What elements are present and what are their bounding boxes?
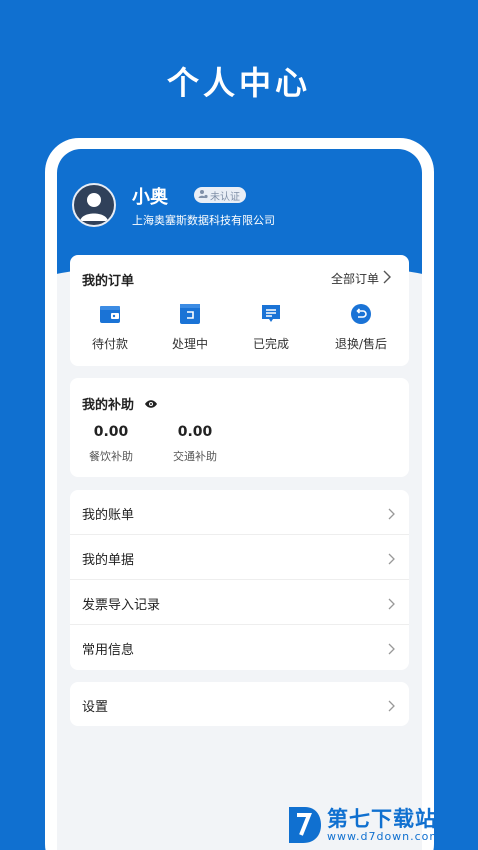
user-verify-icon: [198, 189, 208, 202]
chevron-right-icon: [388, 697, 395, 716]
subsidy-card: 我的补助 0.00 餐饮补助 0.00 交通补助: [70, 378, 409, 477]
company-name: 上海奥塞斯数据科技有限公司: [132, 214, 275, 227]
subsidy-meal: 0.00 餐饮补助: [81, 424, 141, 464]
avatar[interactable]: [72, 183, 116, 227]
order-item-label: 已完成: [252, 337, 289, 351]
subsidy-value: 0.00: [93, 424, 129, 440]
page-title: 个人中心: [166, 64, 311, 102]
chevron-right-icon: [388, 595, 395, 614]
all-orders-link[interactable]: 全部订单: [331, 270, 391, 287]
all-orders-label: 全部订单: [330, 272, 379, 286]
orders-card: 我的订单 全部订单 待付款 处理中 已完成 退换/售后: [70, 255, 409, 366]
user-name: 小奥: [132, 187, 168, 208]
subsidy-transport: 0.00 交通补助: [165, 424, 225, 464]
verify-status-badge[interactable]: 未认证: [194, 187, 246, 203]
chevron-right-icon: [383, 270, 391, 287]
order-return-after-sales[interactable]: 退换/售后: [321, 303, 401, 352]
menu-item-bills[interactable]: 我的账单: [70, 490, 409, 535]
app-screen: 小奥 未认证 上海奥塞斯数据科技有限公司 我的订单 全部订单 待付款 处理中 已…: [57, 149, 422, 850]
watermark-url: www.d7down.com: [327, 829, 442, 843]
subsidy-title: 我的补助: [82, 394, 134, 413]
chevron-right-icon: [388, 550, 395, 569]
chevron-right-icon: [388, 640, 395, 659]
order-completed[interactable]: 已完成: [231, 303, 311, 352]
watermark-name: 第七下载站: [327, 806, 437, 831]
order-item-label: 待付款: [91, 337, 128, 351]
order-pending-payment[interactable]: 待付款: [70, 303, 150, 352]
subsidy-value: 0.00: [177, 424, 213, 440]
menu-item-label: 我的单据: [82, 553, 135, 568]
menu-item-label: 发票导入记录: [82, 598, 161, 613]
completed-message-icon: [260, 303, 282, 325]
order-item-label: 处理中: [171, 337, 208, 351]
settings-label: 设置: [82, 700, 109, 715]
processing-icon: [179, 303, 201, 325]
menu-item-documents[interactable]: 我的单据: [70, 535, 409, 580]
eye-icon[interactable]: [144, 395, 158, 414]
subsidy-label: 交通补助: [173, 450, 217, 463]
orders-title: 我的订单: [82, 274, 135, 289]
subsidy-title-label: 我的补助: [82, 398, 135, 413]
settings-card: 设置: [70, 682, 409, 726]
menu-item-invoice-import[interactable]: 发票导入记录: [70, 580, 409, 625]
verify-status-label: 未认证: [210, 191, 240, 203]
menu-item-label: 我的账单: [82, 508, 135, 523]
watermark: 第七下载站 www.d7down.com: [285, 800, 475, 850]
wallet-icon: [99, 303, 121, 325]
subsidy-label: 餐饮补助: [89, 450, 133, 463]
order-item-label: 退换/售后: [334, 337, 388, 351]
chevron-right-icon: [388, 505, 395, 524]
menu-item-label: 常用信息: [82, 643, 135, 658]
return-icon: [350, 303, 372, 325]
menu-item-settings[interactable]: 设置: [70, 682, 409, 727]
menu-card: 我的账单 我的单据 发票导入记录 常用信息: [70, 490, 409, 670]
order-processing[interactable]: 处理中: [150, 303, 230, 352]
menu-item-common-info[interactable]: 常用信息: [70, 625, 409, 670]
d7-logo-icon: [285, 803, 323, 847]
